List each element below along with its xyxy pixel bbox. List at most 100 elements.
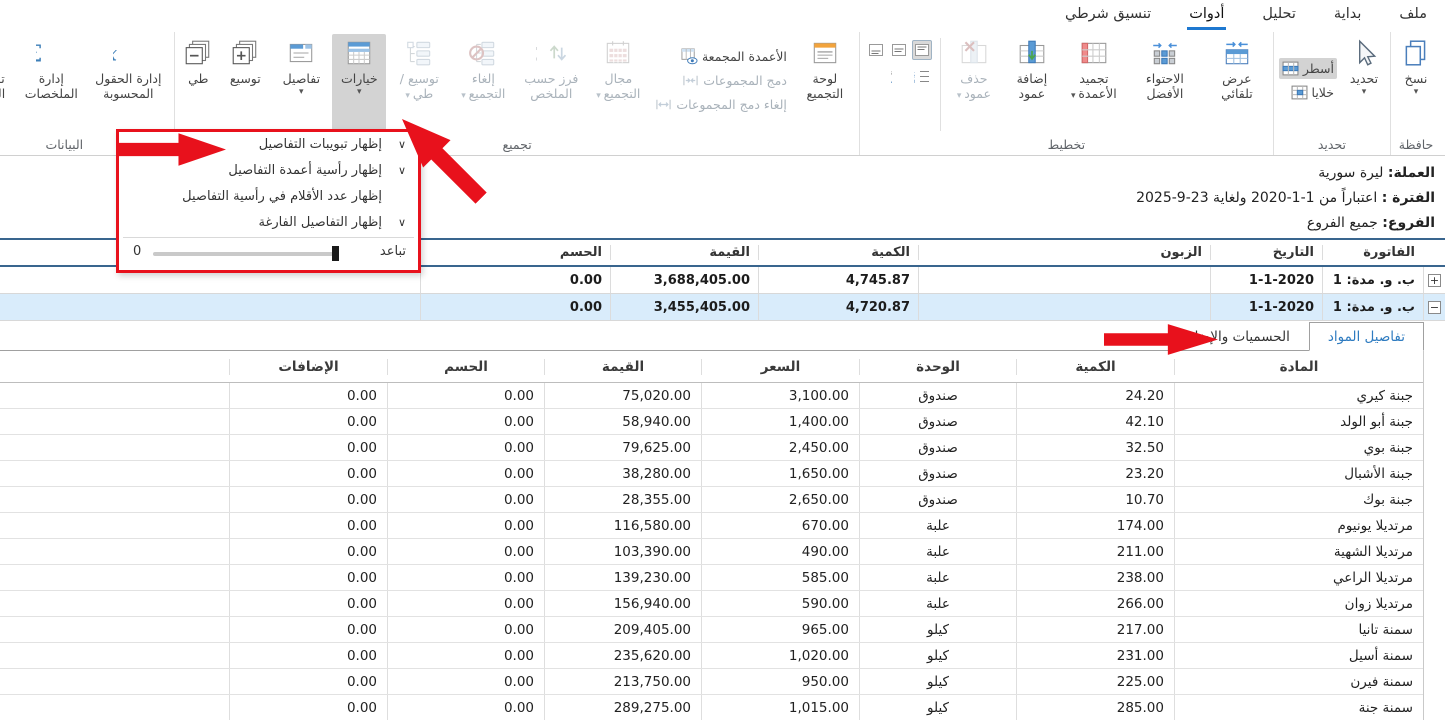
group-panel-button[interactable]: لوحة التجميع bbox=[794, 34, 856, 130]
qty-cell: 23.20 bbox=[1016, 461, 1174, 486]
master-col-header-2[interactable]: الزبون bbox=[918, 245, 1210, 260]
discount-cell: 0.00 bbox=[387, 487, 544, 512]
tab-tools[interactable]: أدوات bbox=[1187, 2, 1226, 30]
merge-groups-button: دمج المجموعات bbox=[652, 70, 790, 91]
master-col-header-5[interactable]: الحسم bbox=[420, 245, 610, 260]
material-row[interactable]: جبنة كيري24.20صندوق3,100.0075,020.000.00… bbox=[0, 383, 1423, 409]
unit-cell: كيلو bbox=[859, 643, 1016, 668]
discount-cell: 0.00 bbox=[387, 461, 544, 486]
filler-cell bbox=[0, 513, 229, 538]
manage-calculated-fields-button[interactable]: fxإدارة الحقول المحسوبة bbox=[85, 34, 171, 130]
material-row[interactable]: سمنة أسيل231.00كيلو1,020.00235,620.000.0… bbox=[0, 643, 1423, 669]
rows-button[interactable]: أسطر bbox=[1279, 58, 1337, 79]
menu-item-show-record-count-in-detail-header[interactable]: إظهار عدد الأقلام في رأسية التفاصيل bbox=[119, 184, 418, 210]
sort-ab-button[interactable]: AB4A bbox=[889, 66, 909, 86]
tab-home[interactable]: بداية bbox=[1332, 2, 1364, 30]
value-cell: 103,390.00 bbox=[544, 539, 701, 564]
spacing-slider[interactable] bbox=[153, 252, 339, 256]
menu-item-show-detail-column-headers[interactable]: ∨إظهار رأسية أعمدة التفاصيل bbox=[119, 158, 418, 184]
discount-cell: 0.00 bbox=[420, 294, 610, 320]
detail-col-header-2[interactable]: الوحدة bbox=[859, 359, 1016, 375]
options-label: خيارات bbox=[341, 71, 378, 86]
detail-col-header-4[interactable]: القيمة bbox=[544, 359, 701, 375]
additions-cell: 0.00 bbox=[229, 643, 387, 668]
dropdown-caret-icon: ▾ bbox=[596, 91, 603, 101]
collapse-button[interactable]: طي bbox=[178, 34, 218, 130]
material-row[interactable]: جبنة الأشبال23.20صندوق1,650.0038,280.000… bbox=[0, 461, 1423, 487]
collapse-row-icon[interactable]: − bbox=[1428, 301, 1441, 314]
filler-cell bbox=[0, 487, 229, 512]
cell-align-center-button[interactable] bbox=[889, 40, 909, 60]
best-fit-button[interactable]: الاحتواء الأفضل bbox=[1128, 34, 1202, 130]
material-row[interactable]: سمنة جنة285.00كيلو1,015.00289,275.000.00… bbox=[0, 695, 1423, 720]
row-expander[interactable]: − bbox=[1423, 294, 1445, 320]
value-cell: 58,940.00 bbox=[544, 409, 701, 434]
options-button[interactable]: خيارات▾ bbox=[332, 34, 386, 130]
expand-row-icon[interactable]: + bbox=[1428, 274, 1441, 287]
master-col-header-3[interactable]: الكمية bbox=[758, 245, 918, 260]
material-row[interactable]: جبنة أبو الولد42.10صندوق1,400.0058,940.0… bbox=[0, 409, 1423, 435]
grouped-columns-button[interactable]: الأعمدة المجمعة bbox=[652, 46, 790, 67]
detail-col-header-1[interactable]: الكمية bbox=[1016, 359, 1174, 375]
details-button[interactable]: تفاصيل▾ bbox=[272, 34, 330, 130]
master-col-header-0[interactable]: الفاتورة bbox=[1322, 245, 1423, 260]
detail-col-header-0[interactable]: المادة bbox=[1174, 359, 1423, 375]
material-row[interactable]: جبنة بوي32.50صندوق2,450.0079,625.000.000… bbox=[0, 435, 1423, 461]
material-row[interactable]: جبنة بوك10.70صندوق2,650.0028,355.000.000… bbox=[0, 487, 1423, 513]
auto-width-button[interactable]: عرض تلقائي bbox=[1204, 34, 1270, 130]
filler-cell bbox=[0, 643, 229, 668]
expand-button[interactable]: توسيع bbox=[220, 34, 270, 130]
discount-cell: 0.00 bbox=[387, 409, 544, 434]
expand-label: توسيع bbox=[230, 71, 261, 86]
delete-column-icon bbox=[959, 38, 989, 68]
select-button[interactable]: تحديد▾ bbox=[1341, 34, 1387, 130]
numbered-list-button[interactable]: 123 bbox=[912, 66, 932, 86]
value-cell: 139,230.00 bbox=[544, 565, 701, 590]
material-cell: جبنة أبو الولد bbox=[1174, 409, 1423, 434]
discount-cell: 0.00 bbox=[387, 435, 544, 460]
add-column-button[interactable]: إضافة عمود bbox=[1004, 34, 1060, 130]
tab-file[interactable]: ملف bbox=[1397, 2, 1429, 30]
menu-item-show-empty-details[interactable]: ∨إظهار التفاصيل الفارغة bbox=[119, 210, 418, 236]
tab-analysis[interactable]: تحليل bbox=[1260, 2, 1298, 30]
filler-cell bbox=[0, 591, 229, 616]
detail-col-header-5[interactable]: الحسم bbox=[387, 359, 544, 375]
row-expander[interactable]: + bbox=[1423, 267, 1445, 293]
filler-cell bbox=[0, 539, 229, 564]
slider-handle[interactable] bbox=[332, 246, 339, 261]
price-cell: 585.00 bbox=[701, 565, 859, 590]
summarize-selection-button[interactable]: Σتلخيص التحديد bbox=[0, 34, 17, 130]
material-row[interactable]: سمنة فيرن225.00كيلو950.00213,750.000.000… bbox=[0, 669, 1423, 695]
qty-cell: 211.00 bbox=[1016, 539, 1174, 564]
value-cell: 28,355.00 bbox=[544, 487, 701, 512]
rows-icon bbox=[1282, 60, 1299, 77]
master-col-header-1[interactable]: التاريخ bbox=[1210, 245, 1322, 260]
menu-item-label: إظهار تبويبات التفاصيل bbox=[259, 137, 382, 152]
ribbon-group-label-layout: تخطيط bbox=[863, 135, 1270, 155]
detail-col-header-6[interactable]: الإضافات bbox=[229, 359, 387, 375]
filler-cell bbox=[0, 461, 229, 486]
best-fit-label: الاحتواء الأفضل bbox=[1130, 71, 1200, 101]
freeze-columns-button[interactable]: تجميد الأعمدة ▾ bbox=[1062, 34, 1126, 130]
cells-icon bbox=[1291, 84, 1308, 101]
svg-text:AB: AB bbox=[891, 69, 892, 77]
cell-align-top-button[interactable] bbox=[912, 40, 932, 60]
material-row[interactable]: سمنة تانيا217.00كيلو965.00209,405.000.00… bbox=[0, 617, 1423, 643]
invoice-row[interactable]: −ب. و. مدة: 11-1-20204,720.873,455,405.0… bbox=[0, 294, 1445, 321]
value-cell: 3,455,405.00 bbox=[610, 294, 758, 320]
value-cell: 235,620.00 bbox=[544, 643, 701, 668]
cells-button[interactable]: خلايا bbox=[1279, 82, 1337, 103]
check-icon: ∨ bbox=[398, 210, 406, 236]
filler-cell bbox=[0, 294, 420, 320]
detail-col-header-3[interactable]: السعر bbox=[701, 359, 859, 375]
manage-summaries-button[interactable]: Σإدارة الملخصات bbox=[19, 34, 83, 130]
copy-button[interactable]: نسخ▾ bbox=[1394, 34, 1438, 130]
material-row[interactable]: مرتديلا الراعي238.00علبة585.00139,230.00… bbox=[0, 565, 1423, 591]
tab-material-details[interactable]: تفاصيل المواد bbox=[1309, 322, 1424, 351]
tab-conditional-formatting[interactable]: تنسيق شرطي bbox=[1063, 2, 1153, 30]
cell-align-bottom-button[interactable] bbox=[866, 40, 886, 60]
material-row[interactable]: مرتديلا الشهية211.00علبة490.00103,390.00… bbox=[0, 539, 1423, 565]
master-col-header-4[interactable]: القيمة bbox=[610, 245, 758, 260]
material-row[interactable]: مرتديلا يونيوم174.00علبة670.00116,580.00… bbox=[0, 513, 1423, 539]
material-row[interactable]: مرتديلا زوان266.00علبة590.00156,940.000.… bbox=[0, 591, 1423, 617]
